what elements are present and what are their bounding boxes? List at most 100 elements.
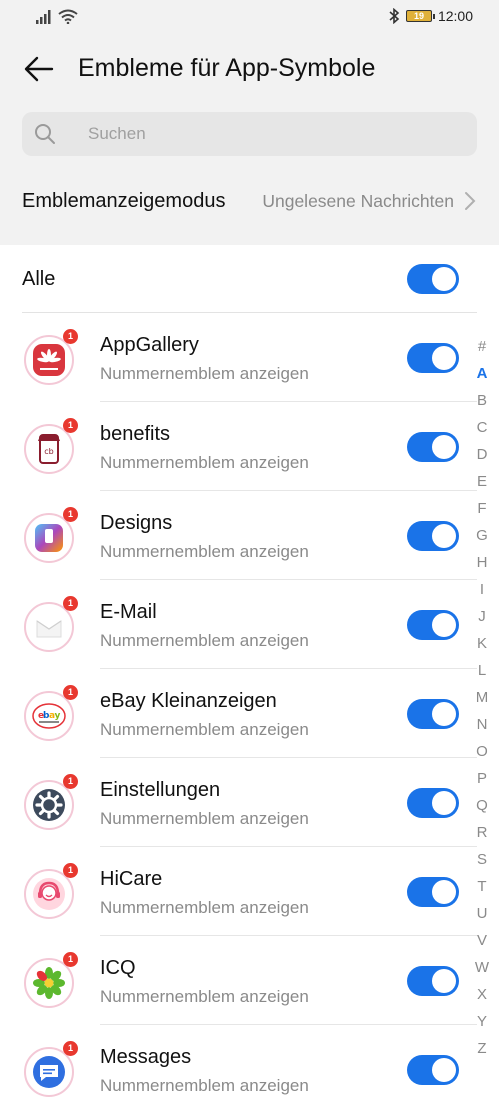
- alphabet-letter[interactable]: Z: [470, 1035, 494, 1062]
- all-apps-toggle[interactable]: [407, 264, 459, 294]
- app-name: eBay Kleinanzeigen: [100, 690, 277, 712]
- page-title: Embleme für App-Symbole: [78, 54, 376, 82]
- app-subtitle: Nummernemblem anzeigen: [100, 809, 309, 828]
- notification-badge: 1: [63, 952, 78, 967]
- app-name: Messages: [100, 1046, 192, 1068]
- app-name: ICQ: [100, 957, 136, 979]
- alphabet-letter[interactable]: D: [470, 441, 494, 468]
- alphabet-letter[interactable]: R: [470, 819, 494, 846]
- alphabet-letter[interactable]: W: [470, 954, 494, 981]
- list-item: cb 1 benefits Nummernemblem anzeigen: [0, 402, 477, 491]
- benefits-icon: cb 1: [24, 418, 78, 474]
- alphabet-letter[interactable]: J: [470, 603, 494, 630]
- list-item: e b a y 1 eBay Kleinanzeigen Nummernembl…: [0, 669, 477, 758]
- battery-level: 19: [413, 11, 424, 21]
- app-badge-toggle[interactable]: [407, 877, 459, 907]
- all-apps-label: Alle: [22, 268, 56, 290]
- alphabet-letter[interactable]: U: [470, 900, 494, 927]
- svg-text:y: y: [55, 711, 61, 721]
- alphabet-letter[interactable]: E: [470, 468, 494, 495]
- app-badge-toggle[interactable]: [407, 521, 459, 551]
- app-badge-toggle[interactable]: [407, 788, 459, 818]
- app-badge-toggle[interactable]: [407, 432, 459, 462]
- badge-mode-label: Emblemanzeigemodus: [22, 190, 226, 212]
- huawei-appgallery-icon: 1: [24, 329, 78, 385]
- app-subtitle: Nummernemblem anzeigen: [100, 542, 309, 561]
- list-item: 1 HiCare Nummernemblem anzeigen: [0, 847, 477, 936]
- alphabet-letter[interactable]: L: [470, 657, 494, 684]
- alphabet-letter[interactable]: M: [470, 684, 494, 711]
- app-subtitle: Nummernemblem anzeigen: [100, 631, 309, 650]
- alphabet-letter[interactable]: N: [470, 711, 494, 738]
- app-badge-toggle[interactable]: [407, 699, 459, 729]
- ebay-kleinanzeigen-icon: e b a y 1: [24, 685, 78, 741]
- alphabet-letter[interactable]: H: [470, 549, 494, 576]
- svg-text:cb: cb: [44, 447, 53, 456]
- bluetooth-icon: [389, 8, 400, 24]
- list-item: 1 Designs Nummernemblem anzeigen: [0, 491, 477, 580]
- app-subtitle: Nummernemblem anzeigen: [100, 364, 309, 383]
- app-subtitle: Nummernemblem anzeigen: [100, 453, 309, 472]
- alphabet-letter[interactable]: #: [470, 333, 494, 360]
- alphabet-letter[interactable]: S: [470, 846, 494, 873]
- alphabet-letter[interactable]: A: [470, 360, 494, 387]
- icq-flower-icon: 1: [24, 952, 78, 1008]
- app-badge-toggle[interactable]: [407, 343, 459, 373]
- notification-badge: 1: [63, 774, 78, 789]
- alphabet-letter[interactable]: C: [470, 414, 494, 441]
- alphabet-letter[interactable]: V: [470, 927, 494, 954]
- alphabet-letter[interactable]: O: [470, 738, 494, 765]
- app-subtitle: Nummernemblem anzeigen: [100, 987, 309, 1006]
- clock: 12:00: [437, 8, 473, 24]
- header: Embleme für App-Symbole: [0, 36, 499, 102]
- app-list: 1 AppGallery Nummernemblem anzeigen cb 1…: [0, 313, 477, 1114]
- notification-badge: 1: [63, 507, 78, 522]
- all-apps-row: Alle: [0, 248, 499, 312]
- list-item: 1 ICQ Nummernemblem anzeigen: [0, 936, 477, 1025]
- alphabet-letter[interactable]: F: [470, 495, 494, 522]
- alphabet-index[interactable]: # A B C D E F G H I J K L M N O P Q R S T U V W X Y Z: [470, 333, 494, 1062]
- app-subtitle: Nummernemblem anzeigen: [100, 898, 309, 917]
- alphabet-letter[interactable]: X: [470, 981, 494, 1008]
- app-name: Einstellungen: [100, 779, 221, 801]
- status-bar: 19 12:00: [0, 0, 499, 36]
- app-name: HiCare: [100, 868, 163, 890]
- search-placeholder: Suchen: [88, 124, 146, 143]
- app-badge-toggle[interactable]: [407, 966, 459, 996]
- back-arrow-icon[interactable]: [22, 52, 56, 86]
- list-item: 1 Einstellungen Nummernemblem anzeigen: [0, 758, 477, 847]
- chevron-right-icon: [465, 192, 476, 210]
- app-name: benefits: [100, 423, 171, 445]
- designs-icon: 1: [24, 507, 78, 563]
- notification-badge: 1: [63, 1041, 78, 1056]
- app-badge-toggle[interactable]: [407, 1055, 459, 1085]
- badge-mode-value: Ungelesene Nachrichten: [262, 191, 454, 211]
- notification-badge: 1: [63, 685, 78, 700]
- alphabet-letter[interactable]: Q: [470, 792, 494, 819]
- list-item: 1 AppGallery Nummernemblem anzeigen: [0, 313, 477, 402]
- signal-icon: [36, 10, 51, 24]
- app-badge-toggle[interactable]: [407, 610, 459, 640]
- battery-icon: 19: [405, 10, 435, 22]
- alphabet-letter[interactable]: I: [470, 576, 494, 603]
- alphabet-letter[interactable]: B: [470, 387, 494, 414]
- app-name: E-Mail: [100, 601, 157, 623]
- list-item: 1 Messages Nummernemblem anzeigen: [0, 1025, 470, 1114]
- notification-badge: 1: [63, 863, 78, 878]
- messages-icon: 1: [24, 1041, 78, 1097]
- badge-mode-row[interactable]: Emblemanzeigemodus Ungelesene Nachrichte…: [0, 170, 499, 232]
- alphabet-letter[interactable]: K: [470, 630, 494, 657]
- notification-badge: 1: [63, 596, 78, 611]
- notification-badge: 1: [63, 329, 78, 344]
- wifi-icon: [58, 9, 78, 24]
- list-item: 1 E-Mail Nummernemblem anzeigen: [0, 580, 477, 669]
- app-subtitle: Nummernemblem anzeigen: [100, 720, 309, 739]
- hicare-icon: 1: [24, 863, 78, 919]
- alphabet-letter[interactable]: P: [470, 765, 494, 792]
- alphabet-letter[interactable]: Y: [470, 1008, 494, 1035]
- search-input[interactable]: Suchen: [22, 112, 477, 156]
- alphabet-letter[interactable]: G: [470, 522, 494, 549]
- app-subtitle: Nummernemblem anzeigen: [100, 1076, 309, 1095]
- alphabet-letter[interactable]: T: [470, 873, 494, 900]
- notification-badge: 1: [63, 418, 78, 433]
